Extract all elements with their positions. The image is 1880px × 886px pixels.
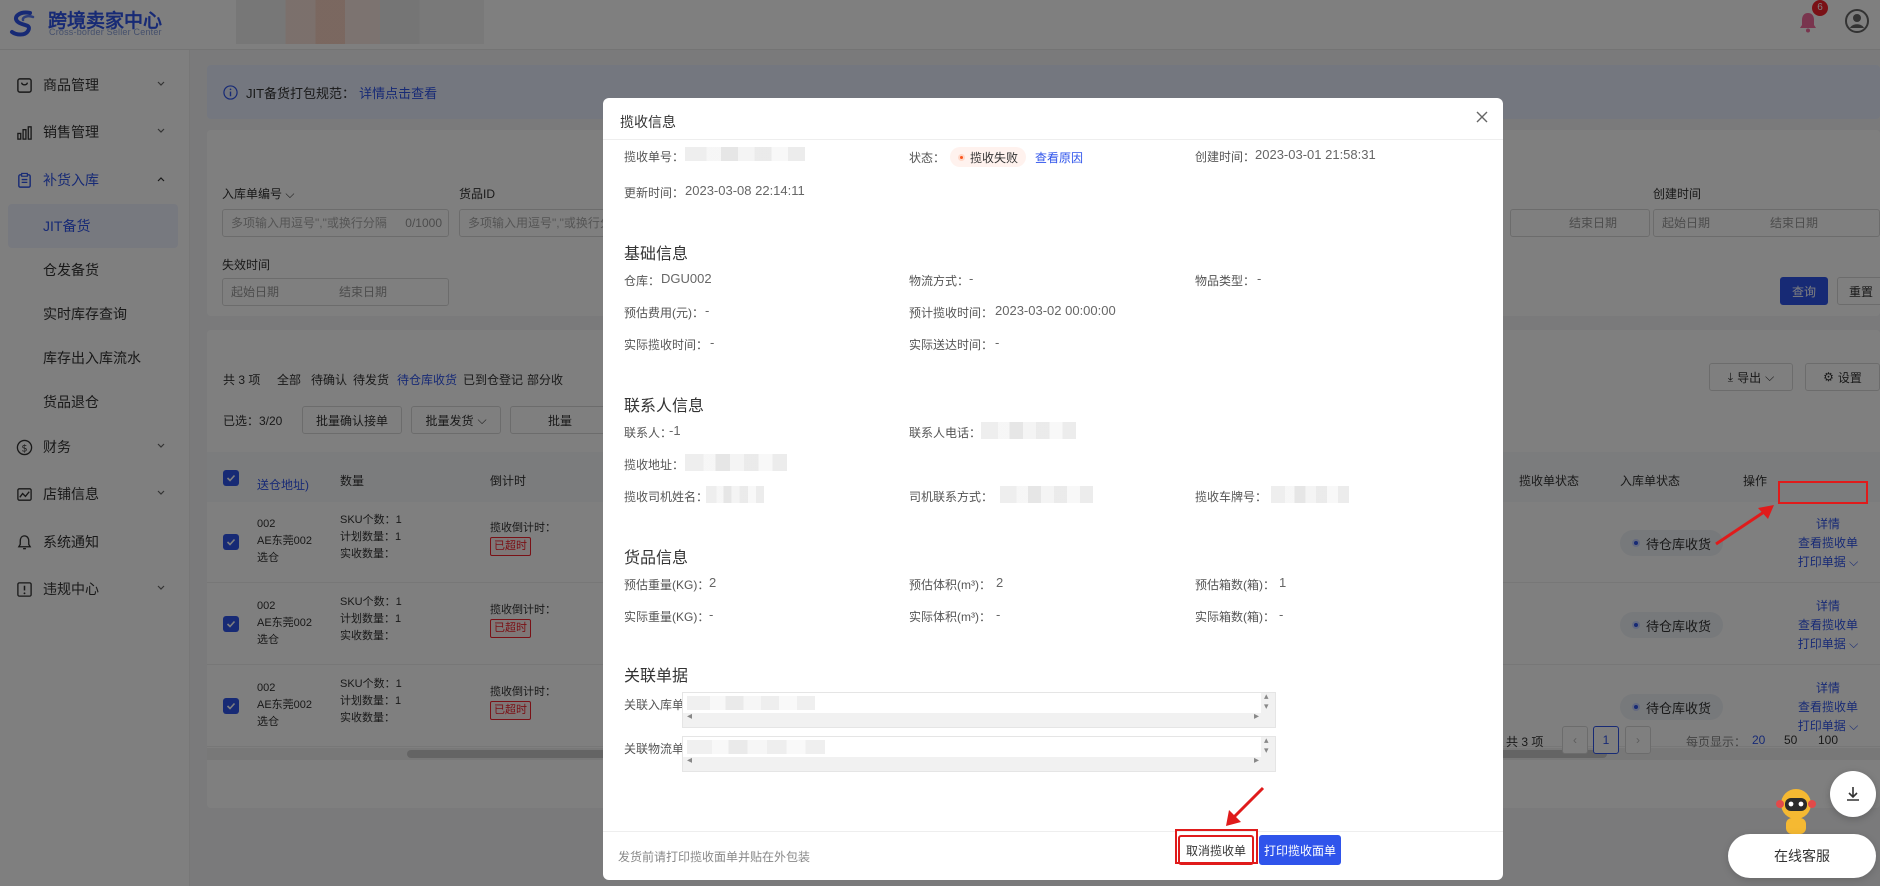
contact-person-label: 联系人： bbox=[624, 426, 673, 440]
related-logistics-redacted bbox=[687, 740, 825, 754]
act-volume-label: 实际体积(m³)： bbox=[909, 610, 991, 624]
horizontal-scrollbar[interactable]: ◂ ▸ bbox=[683, 711, 1263, 727]
modal-title: 揽收信息 bbox=[620, 114, 676, 130]
robot-mascot-icon bbox=[1776, 789, 1816, 834]
pickup-no-label: 揽收单号： bbox=[624, 150, 685, 164]
related-inbound-redacted bbox=[687, 696, 815, 710]
act-boxes-value: - bbox=[1279, 607, 1284, 622]
logistics-value: - bbox=[969, 271, 974, 286]
est-weight-value: 2 bbox=[709, 575, 717, 590]
scroll-down-icon[interactable]: ▾ bbox=[1264, 745, 1269, 756]
delivered-value: - bbox=[995, 335, 1000, 350]
basic-info-title: 基础信息 bbox=[624, 246, 689, 263]
contact-phone-label: 联系人电话： bbox=[909, 426, 982, 440]
est-volume-label: 预估体积(m³)： bbox=[909, 578, 991, 592]
driver-phone-redacted bbox=[1000, 486, 1093, 503]
plate-redacted bbox=[1271, 486, 1349, 503]
plan-time-value: 2023-03-02 00:00:00 bbox=[995, 303, 1116, 318]
status-dot bbox=[958, 153, 965, 161]
driver-phone-label: 司机联系方式： bbox=[909, 490, 994, 504]
act-boxes-label: 实际箱数(箱)： bbox=[1195, 610, 1275, 624]
created-value: 2023-03-01 21:58:31 bbox=[1255, 147, 1376, 162]
modal-footer: 发货前请打印揽收面单并贴在外包装 取消揽收单 打印揽收面单 bbox=[603, 831, 1503, 880]
related-docs-title: 关联单据 bbox=[624, 668, 689, 685]
goods-info-title: 货品信息 bbox=[624, 550, 689, 567]
scroll-left-icon[interactable]: ◂ bbox=[687, 711, 692, 722]
actual-time-value: - bbox=[710, 335, 715, 350]
footer-tip: 发货前请打印揽收面单并贴在外包装 bbox=[618, 850, 811, 864]
act-weight-value: - bbox=[709, 607, 714, 622]
related-inbound-box[interactable]: ◂ ▸ ▴ ▾ bbox=[682, 691, 1276, 728]
highlight-box-cancel bbox=[1175, 829, 1258, 864]
download-icon bbox=[1847, 787, 1859, 801]
red-arrow-icon bbox=[1715, 505, 1774, 546]
actual-time-label: 实际揽收时间： bbox=[624, 338, 709, 352]
contact-info-title: 联系人信息 bbox=[624, 398, 705, 415]
act-weight-label: 实际重量(KG)： bbox=[624, 610, 710, 624]
driver-name-label: 揽收司机姓名： bbox=[624, 490, 709, 504]
print-pickup-label-button[interactable]: 打印揽收面单 bbox=[1259, 835, 1341, 865]
updated-label: 更新时间： bbox=[624, 186, 685, 200]
logistics-label: 物流方式： bbox=[909, 274, 970, 288]
contact-person-value: -1 bbox=[669, 423, 681, 438]
goods-type-label: 物品类型： bbox=[1195, 274, 1256, 288]
pickup-status-text: 揽收失败 bbox=[970, 150, 1019, 165]
vertical-scrollbar[interactable]: ▴ ▾ bbox=[1261, 735, 1275, 771]
delivered-label: 实际送达时间： bbox=[909, 338, 994, 352]
download-float-button[interactable] bbox=[1830, 771, 1876, 817]
vertical-scrollbar[interactable]: ▴ ▾ bbox=[1261, 691, 1275, 727]
driver-name-redacted bbox=[706, 486, 764, 503]
est-volume-value: 2 bbox=[996, 575, 1004, 590]
pickup-failed-badge: 揽收失败 bbox=[950, 147, 1027, 167]
status-label: 状态： bbox=[909, 151, 946, 165]
pickup-address-redacted bbox=[685, 454, 787, 471]
act-volume-value: - bbox=[996, 607, 1001, 622]
modal-header: 揽收信息 bbox=[603, 98, 1503, 140]
red-arrow-icon bbox=[1226, 786, 1265, 826]
horizontal-scrollbar[interactable]: ◂ ▸ bbox=[683, 755, 1263, 771]
fee-label: 预估费用(元)： bbox=[624, 306, 704, 320]
scroll-left-icon[interactable]: ◂ bbox=[687, 755, 692, 766]
pickup-address-label: 揽收地址： bbox=[624, 458, 685, 472]
pickup-info-modal: 揽收信息 揽收单号： 状态： 揽收失败 查看原因 创建时间： 2023-03-0… bbox=[603, 98, 1503, 880]
est-boxes-value: 1 bbox=[1279, 575, 1287, 590]
scroll-down-icon[interactable]: ▾ bbox=[1264, 701, 1269, 712]
plan-time-label: 预计揽收时间： bbox=[909, 306, 994, 320]
fee-value: - bbox=[705, 303, 710, 318]
contact-phone-redacted bbox=[981, 422, 1076, 439]
scroll-right-icon[interactable]: ▸ bbox=[1254, 755, 1259, 766]
created-label: 创建时间： bbox=[1195, 150, 1256, 164]
online-service-button[interactable]: 在线客服 bbox=[1728, 834, 1876, 878]
related-logistics-box[interactable]: ◂ ▸ ▴ ▾ bbox=[682, 735, 1276, 772]
est-weight-label: 预估重量(KG)： bbox=[624, 578, 710, 592]
highlight-box-view-pickup bbox=[1778, 481, 1868, 504]
updated-value: 2023-03-08 22:14:11 bbox=[685, 183, 805, 198]
warehouse-value: DGU002 bbox=[661, 271, 712, 286]
plate-label: 揽收车牌号： bbox=[1195, 490, 1268, 504]
scroll-right-icon[interactable]: ▸ bbox=[1254, 711, 1259, 722]
est-boxes-label: 预估箱数(箱)： bbox=[1195, 578, 1275, 592]
close-icon[interactable] bbox=[1475, 110, 1489, 124]
goods-type-value: - bbox=[1257, 271, 1262, 286]
warehouse-label: 仓库： bbox=[624, 274, 661, 288]
pickup-no-redacted bbox=[685, 147, 805, 161]
view-reason-link[interactable]: 查看原因 bbox=[1035, 149, 1083, 166]
